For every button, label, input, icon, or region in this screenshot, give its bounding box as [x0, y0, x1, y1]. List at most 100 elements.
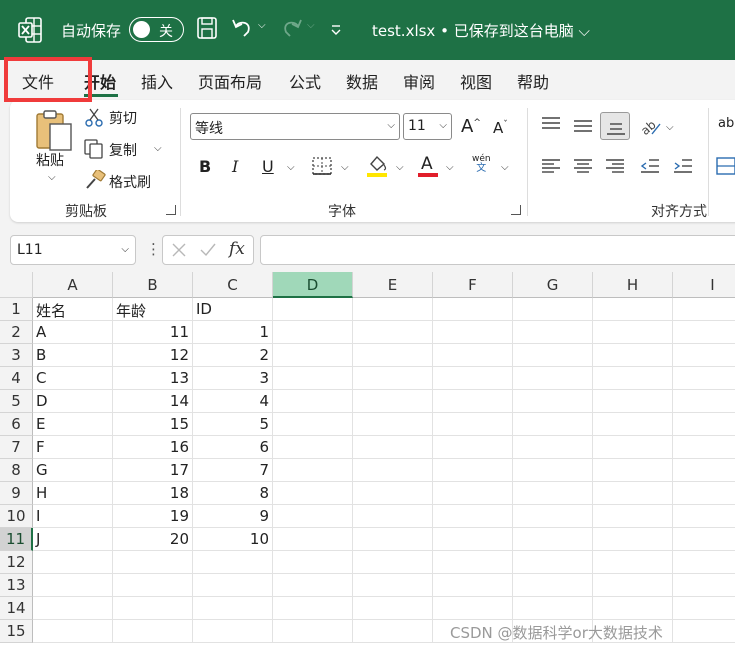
cell-i1[interactable]	[673, 298, 735, 321]
cell-b2[interactable]: 11	[113, 321, 193, 344]
cell-h1[interactable]	[593, 298, 673, 321]
paste-icon[interactable]	[34, 110, 74, 152]
cell-h14[interactable]	[593, 597, 673, 620]
cell-f8[interactable]	[433, 459, 513, 482]
row-header-3[interactable]: 3	[0, 344, 33, 367]
cell-g10[interactable]	[513, 505, 593, 528]
cell-b13[interactable]	[113, 574, 193, 597]
row-header-8[interactable]: 8	[0, 459, 33, 482]
cell-a14[interactable]	[33, 597, 113, 620]
cell-d15[interactable]	[273, 620, 353, 643]
font-dialog-launcher-icon[interactable]	[511, 205, 521, 215]
increase-indent-icon[interactable]	[673, 158, 693, 174]
cell-g4[interactable]	[513, 367, 593, 390]
cell-g14[interactable]	[513, 597, 593, 620]
cell-f7[interactable]	[433, 436, 513, 459]
decrease-indent-icon[interactable]	[640, 158, 660, 174]
cell-h6[interactable]	[593, 413, 673, 436]
borders-dropdown-icon[interactable]: ⌵	[341, 162, 349, 173]
select-all-corner[interactable]	[0, 272, 33, 298]
cell-d13[interactable]	[273, 574, 353, 597]
cell-a9[interactable]: H	[33, 482, 113, 505]
increase-font-size-button[interactable]: A^	[461, 116, 481, 137]
cell-h4[interactable]	[593, 367, 673, 390]
cell-a1[interactable]: 姓名	[33, 298, 113, 321]
italic-button[interactable]: I	[232, 157, 238, 176]
row-header-15[interactable]: 15	[0, 620, 33, 643]
cell-i4[interactable]	[673, 367, 735, 390]
cell-g5[interactable]	[513, 390, 593, 413]
cell-g9[interactable]	[513, 482, 593, 505]
row-header-14[interactable]: 14	[0, 597, 33, 620]
cell-h7[interactable]	[593, 436, 673, 459]
paste-dropdown-icon[interactable]: ⌵	[48, 172, 56, 183]
cell-e12[interactable]	[353, 551, 433, 574]
format-painter-icon[interactable]	[84, 170, 106, 190]
cell-e6[interactable]	[353, 413, 433, 436]
cell-d6[interactable]	[273, 413, 353, 436]
underline-button[interactable]: U	[262, 157, 274, 176]
cell-e4[interactable]	[353, 367, 433, 390]
cell-b10[interactable]: 19	[113, 505, 193, 528]
column-header-c[interactable]: C	[193, 272, 273, 298]
fill-color-dropdown-icon[interactable]: ⌵	[396, 162, 404, 173]
wrap-text-button[interactable]: ab	[718, 116, 734, 131]
cell-i14[interactable]	[673, 597, 735, 620]
cell-f2[interactable]	[433, 321, 513, 344]
cell-i7[interactable]	[673, 436, 735, 459]
cell-d3[interactable]	[273, 344, 353, 367]
paste-button[interactable]: 粘贴	[36, 150, 64, 170]
cell-d5[interactable]	[273, 390, 353, 413]
row-header-5[interactable]: 5	[0, 390, 33, 413]
cell-f9[interactable]	[433, 482, 513, 505]
cell-i2[interactable]	[673, 321, 735, 344]
cell-g8[interactable]	[513, 459, 593, 482]
cell-e1[interactable]	[353, 298, 433, 321]
align-bottom-button[interactable]	[600, 112, 630, 140]
cell-c3[interactable]: 2	[193, 344, 273, 367]
cell-d10[interactable]	[273, 505, 353, 528]
tab-page-layout[interactable]: 页面布局	[198, 69, 262, 93]
column-header-e[interactable]: E	[353, 272, 433, 298]
cell-c12[interactable]	[193, 551, 273, 574]
cell-b6[interactable]: 15	[113, 413, 193, 436]
orientation-dropdown-icon[interactable]: ⌵	[666, 122, 674, 133]
row-header-1[interactable]: 1	[0, 298, 33, 321]
cell-i3[interactable]	[673, 344, 735, 367]
cell-c2[interactable]: 1	[193, 321, 273, 344]
cell-a3[interactable]: B	[33, 344, 113, 367]
cell-d11[interactable]	[273, 528, 353, 551]
cell-e7[interactable]	[353, 436, 433, 459]
cell-c6[interactable]: 5	[193, 413, 273, 436]
insert-function-button[interactable]: fx	[229, 239, 245, 259]
cell-a12[interactable]	[33, 551, 113, 574]
cut-icon[interactable]	[85, 108, 103, 128]
cell-f6[interactable]	[433, 413, 513, 436]
cell-b3[interactable]: 12	[113, 344, 193, 367]
borders-icon[interactable]	[311, 156, 333, 176]
cancel-icon[interactable]	[171, 242, 187, 258]
cell-b14[interactable]	[113, 597, 193, 620]
row-header-12[interactable]: 12	[0, 551, 33, 574]
column-header-d[interactable]: D	[273, 272, 353, 298]
cell-i12[interactable]	[673, 551, 735, 574]
cell-a2[interactable]: A	[33, 321, 113, 344]
cell-c8[interactable]: 7	[193, 459, 273, 482]
align-top-icon[interactable]	[541, 116, 561, 132]
cell-f5[interactable]	[433, 390, 513, 413]
cell-b8[interactable]: 17	[113, 459, 193, 482]
cell-h12[interactable]	[593, 551, 673, 574]
cell-f11[interactable]	[433, 528, 513, 551]
cell-i9[interactable]	[673, 482, 735, 505]
cell-g6[interactable]	[513, 413, 593, 436]
cell-a13[interactable]	[33, 574, 113, 597]
cell-b1[interactable]: 年龄	[113, 298, 193, 321]
format-painter-button[interactable]: 格式刷	[109, 172, 151, 192]
column-header-a[interactable]: A	[33, 272, 113, 298]
cell-a5[interactable]: D	[33, 390, 113, 413]
align-right-icon[interactable]	[605, 158, 625, 174]
cell-a4[interactable]: C	[33, 367, 113, 390]
cell-b7[interactable]: 16	[113, 436, 193, 459]
row-header-9[interactable]: 9	[0, 482, 33, 505]
cell-d14[interactable]	[273, 597, 353, 620]
